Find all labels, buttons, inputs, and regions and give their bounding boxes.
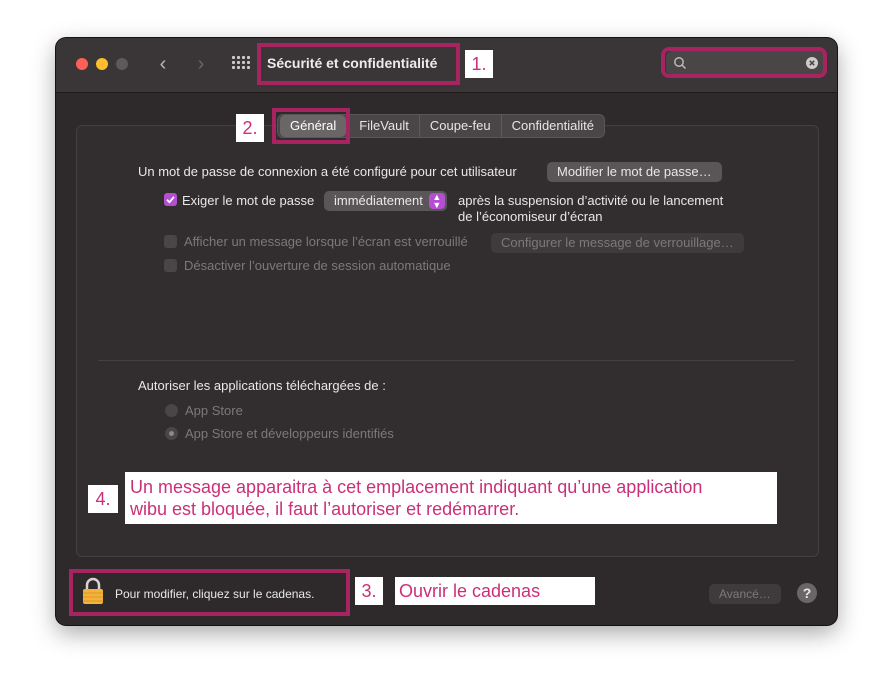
set-lock-message-button[interactable]: Configurer le message de verrouillage…: [491, 233, 744, 253]
checkmark-icon: [166, 196, 175, 204]
annotation-3: 3.: [355, 577, 383, 605]
delay-select-value: immédiatement: [334, 193, 423, 208]
disable-autologin-checkbox[interactable]: [164, 259, 177, 272]
highlight-search: [661, 47, 827, 78]
radio-app-store-devs-label: App Store et développeurs identifiés: [185, 426, 394, 441]
require-password-checkbox[interactable]: [164, 193, 177, 206]
show-lock-message-label: Afficher un message lorsque l’écran est …: [184, 234, 468, 249]
annotation-4-line1: Un message apparaitra à cet emplacement …: [130, 477, 703, 497]
show-all-grid-icon[interactable]: [232, 56, 250, 74]
change-password-button[interactable]: Modifier le mot de passe…: [547, 162, 722, 182]
radio-app-store-label: App Store: [185, 403, 243, 418]
chevron-up-down-icon: ▲ ▼: [428, 193, 445, 210]
minimize-window-button[interactable]: [96, 58, 108, 70]
after-suspend-text-line1: après la suspension d’activité ou le lan…: [458, 193, 724, 208]
tab-filevault[interactable]: FileVault: [348, 115, 419, 137]
require-password-label: Exiger le mot de passe: [182, 193, 315, 208]
annotation-1: 1.: [465, 50, 493, 78]
annotation-3-text: Ouvrir le cadenas: [395, 577, 595, 605]
highlight-padlock: [69, 569, 350, 616]
help-button[interactable]: ?: [797, 583, 817, 603]
advanced-button[interactable]: Avancé…: [709, 584, 781, 604]
annotation-4-text: Un message apparaitra à cet emplacement …: [125, 472, 777, 524]
highlight-title: [257, 43, 460, 85]
close-window-button[interactable]: [76, 58, 88, 70]
annotation-4-line2: wibu est bloquée, il faut l’autoriser et…: [130, 499, 520, 519]
back-arrow-icon[interactable]: ‹: [152, 53, 174, 75]
annotation-2: 2.: [236, 114, 264, 142]
preferences-window: ‹ › Sécurité et confidentialité Général …: [56, 38, 837, 625]
require-password-delay-select[interactable]: immédiatement ▲ ▼: [324, 191, 447, 211]
zoom-window-button[interactable]: [116, 58, 128, 70]
show-lock-message-checkbox[interactable]: [164, 235, 177, 248]
section-divider: [98, 360, 794, 361]
password-status-text: Un mot de passe de connexion a été confi…: [138, 164, 517, 179]
disable-autologin-label: Désactiver l’ouverture de session automa…: [184, 258, 451, 273]
radio-app-store-devs[interactable]: [165, 427, 178, 440]
radio-app-store[interactable]: [165, 404, 178, 417]
annotation-4: 4.: [88, 485, 118, 513]
tab-firewall[interactable]: Coupe-feu: [418, 115, 501, 137]
forward-arrow-icon[interactable]: ›: [190, 53, 212, 75]
highlight-general-tab: [272, 108, 350, 144]
allow-apps-label: Autoriser les applications téléchargées …: [138, 378, 386, 393]
radio-dot-icon: [169, 431, 174, 436]
tab-privacy[interactable]: Confidentialité: [500, 115, 604, 137]
after-suspend-text-line2: de l’économiseur d’écran: [458, 209, 603, 224]
